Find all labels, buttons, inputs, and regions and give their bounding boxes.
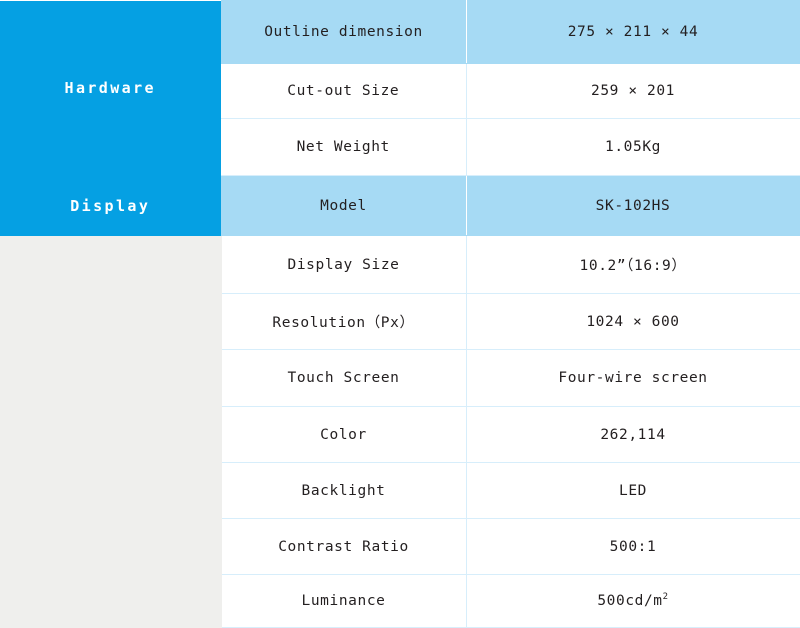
parameter-value: SK-102HS xyxy=(465,175,800,236)
parameter-label: Cut-out Size xyxy=(221,63,467,119)
parameter-value: 500:1 xyxy=(465,518,800,575)
parameter-label: Model xyxy=(220,175,467,236)
parameter-value: 262,114 xyxy=(465,406,800,463)
parameter-label: Backlight xyxy=(221,462,467,519)
parameter-value: 1.05Kg xyxy=(465,118,800,176)
luminance-value-exponent: 2 xyxy=(662,592,669,603)
parameter-value: 259 × 201 xyxy=(465,63,800,119)
parameter-label: Display Size xyxy=(221,235,467,294)
table-row: Hardware Outline dimension 275 × 211 × 4… xyxy=(0,0,800,176)
category-filler xyxy=(0,235,222,628)
parameter-label: Touch Screen xyxy=(221,349,467,407)
parameter-label: Luminance xyxy=(221,574,467,628)
specifications-table-body: Hardware Outline dimension 275 × 211 × 4… xyxy=(0,0,800,628)
parameter-value: Four-wire screen xyxy=(465,349,800,407)
parameter-label: Outline dimension xyxy=(220,0,467,64)
parameter-label: Color xyxy=(221,406,467,463)
category-header-display: Display xyxy=(0,175,221,236)
parameter-value: 10.2”（16:9） xyxy=(465,235,800,294)
parameter-value: 1024 × 600 xyxy=(465,293,800,350)
luminance-value-base: 500cd/m xyxy=(597,593,663,609)
table-row: Display Model SK-102HS xyxy=(0,175,800,236)
parameter-value: LED xyxy=(465,462,800,519)
parameter-label: Contrast Ratio xyxy=(221,518,467,575)
parameter-value: 500cd/m2 xyxy=(465,574,800,628)
parameter-value: 275 × 211 × 44 xyxy=(465,0,800,64)
parameter-label: Resolution（Px） xyxy=(221,293,467,350)
parameter-label: Net Weight xyxy=(221,118,467,176)
specifications-table: Hardware Outline dimension 275 × 211 × 4… xyxy=(0,0,800,628)
table-row: Display Size 10.2”（16:9） xyxy=(0,235,800,628)
category-header-hardware: Hardware xyxy=(0,0,221,176)
